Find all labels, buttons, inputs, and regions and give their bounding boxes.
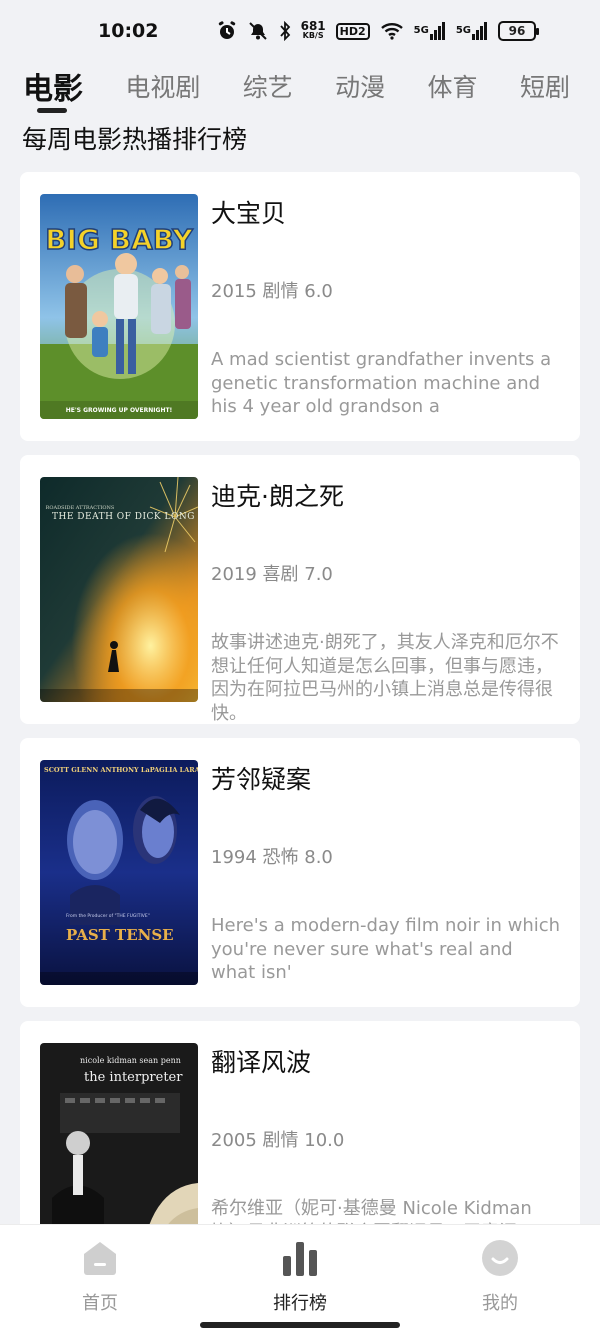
ranking-icon <box>281 1239 319 1277</box>
movie-meta: 2015 剧情 6.0 <box>211 281 333 302</box>
nav-label: 排行榜 <box>273 1293 327 1314</box>
alarm-icon <box>217 21 237 41</box>
tab-movie[interactable]: 电影 <box>23 62 83 113</box>
tab-tv-series[interactable]: 电视剧 <box>125 62 200 104</box>
bluetooth-icon <box>279 21 291 41</box>
cellular-signal-icon-1: 5G <box>414 22 446 40</box>
section-title: 每周电影热播排行榜 <box>22 125 248 154</box>
net-speed: 681 KB/S <box>300 19 326 40</box>
poster-cast-names: nicole kidman sean penn <box>80 1056 181 1065</box>
tab-anime[interactable]: 动漫 <box>335 62 385 104</box>
svg-text:From the Producer of "THE FUGI: From the Producer of "THE FUGITIVE" <box>66 913 150 919</box>
movie-meta: 2005 剧情 10.0 <box>211 1130 345 1151</box>
cellular-signal-icon-2: 5G <box>456 22 488 40</box>
movie-meta: 1994 恐怖 8.0 <box>211 847 333 868</box>
poster-cast-names: SCOTT GLENN ANTHONY LaPAGLIA LARA FLYNN … <box>44 766 198 774</box>
movie-ranking-list: BIG BABY HE'S GROWING UP OVERNIGHT! 大宝贝 … <box>20 172 580 1304</box>
svg-text:ROADSIDE ATTRACTIONS: ROADSIDE ATTRACTIONS <box>46 505 115 511</box>
poster-title-text: the interpreter <box>84 1070 183 1085</box>
nav-label: 首页 <box>82 1293 118 1314</box>
mute-icon <box>247 21 269 41</box>
movie-title: 迪克·朗之死 <box>211 482 344 511</box>
active-tab-indicator <box>37 108 67 113</box>
status-icons: 681 KB/S HD2 5G 5G 96 <box>217 19 539 41</box>
movie-description: Here's a modern-day film noir in which y… <box>211 915 561 983</box>
nav-home[interactable]: 首页 <box>40 1239 160 1340</box>
hd-voice-icon: HD2 <box>335 22 370 40</box>
wifi-icon <box>380 22 404 40</box>
movie-description: 故事讲述迪克·朗死了，其友人泽克和厄尔不想让任何人知道是怎么回事，但事与愿违，因… <box>211 632 559 724</box>
nav-profile[interactable]: 我的 <box>440 1239 560 1340</box>
movie-poster[interactable]: ROADSIDE ATTRACTIONS THE DEATH OF DICK L… <box>40 477 198 702</box>
movie-poster[interactable]: BIG BABY HE'S GROWING UP OVERNIGHT! <box>40 194 198 419</box>
poster-tagline: HE'S GROWING UP OVERNIGHT! <box>66 407 173 414</box>
home-icon <box>81 1239 119 1277</box>
tab-sports[interactable]: 体育 <box>428 62 478 104</box>
tab-label: 电影 <box>23 72 83 107</box>
nav-label: 我的 <box>482 1293 518 1314</box>
tab-short-drama[interactable]: 短剧 <box>520 62 570 104</box>
movie-meta: 2019 喜剧 7.0 <box>211 564 333 585</box>
gesture-home-bar[interactable] <box>200 1322 400 1328</box>
profile-icon <box>481 1239 519 1277</box>
tab-variety[interactable]: 综艺 <box>243 62 293 104</box>
movie-poster[interactable]: SCOTT GLENN ANTHONY LaPAGLIA LARA FLYNN … <box>40 760 198 985</box>
movie-title: 芳邻疑案 <box>211 765 312 794</box>
movie-card[interactable]: BIG BABY HE'S GROWING UP OVERNIGHT! 大宝贝 … <box>20 172 580 441</box>
status-bar: 10:02 681 KB/S HD2 5G 5G 96 <box>0 0 600 62</box>
poster-title-text: PAST TENSE <box>66 926 174 944</box>
category-tabs: 电影 电视剧 综艺 动漫 体育 短剧 <box>0 62 600 118</box>
poster-title-text: BIG BABY <box>45 223 193 256</box>
movie-title: 大宝贝 <box>211 199 287 228</box>
status-time: 10:02 <box>98 20 159 42</box>
movie-title: 翻译风波 <box>211 1048 312 1077</box>
movie-description: A mad scientist grandfather invents a ge… <box>211 349 552 417</box>
poster-title-text: THE DEATH OF DICK LONG <box>52 512 195 522</box>
battery-indicator: 96 <box>498 21 539 41</box>
movie-card[interactable]: ROADSIDE ATTRACTIONS THE DEATH OF DICK L… <box>20 455 580 724</box>
movie-card[interactable]: SCOTT GLENN ANTHONY LaPAGLIA LARA FLYNN … <box>20 738 580 1007</box>
